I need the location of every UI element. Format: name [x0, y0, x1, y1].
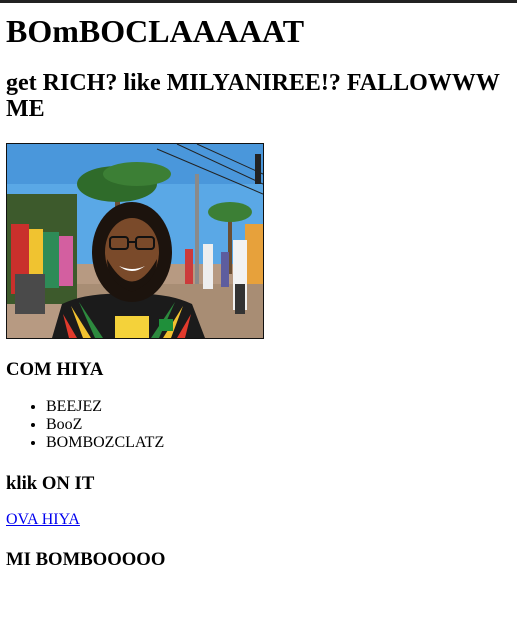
list-item: BooZ [46, 416, 164, 434]
list-item: BEEJEZ [46, 398, 164, 416]
features-list: BEEJEZ BooZ BOMBOZCLATZ [6, 398, 164, 452]
section-heading-footer: MI BOMBOOOOO [6, 549, 166, 570]
link-paragraph: OVA HIYA [6, 511, 80, 529]
section-heading-click: klik ON IT [6, 473, 95, 494]
hero-image [6, 143, 264, 339]
list-item: BOMBOZCLATZ [46, 434, 164, 452]
hero-photo [7, 144, 263, 338]
ova-hiya-link[interactable]: OVA HIYA [6, 511, 80, 528]
page-subtitle: get RICH? like MILYANIREE!? FALLOWWW ME [6, 70, 500, 122]
page-title: BOmBOCLAAAAAT [6, 13, 305, 49]
section-heading-come: COM HIYA [6, 359, 104, 380]
top-border [0, 0, 517, 3]
